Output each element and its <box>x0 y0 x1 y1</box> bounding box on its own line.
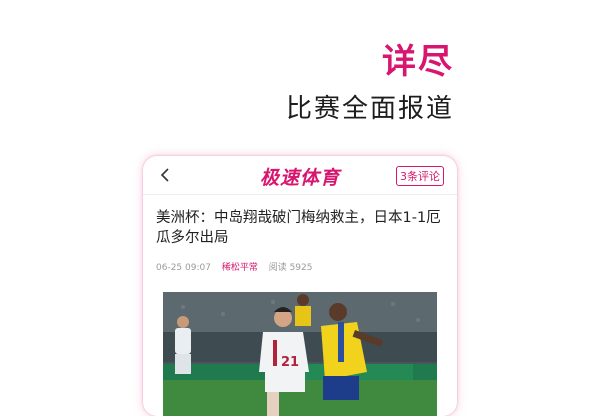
promo-subtitle: 比赛全面报道 <box>285 94 454 124</box>
player-background <box>295 294 311 326</box>
promo-title: 详尽 <box>382 42 454 82</box>
app-header: 极速体育 3条评论 <box>143 156 457 195</box>
article-title: 美洲杯：中岛翔哉破门梅纳救主，日本1-1厄瓜多尔出局 <box>156 210 441 246</box>
author-link[interactable]: 稀松平常 <box>222 263 258 273</box>
phone-screen: 极速体育 3条评论 美洲杯：中岛翔哉破门梅纳救主，日本1-1厄瓜多尔出局 06-… <box>143 156 457 416</box>
read-count: 阅读 5925 <box>268 263 313 273</box>
publish-date: 06-25 09:07 <box>156 263 211 273</box>
comments-button[interactable]: 3条评论 <box>396 166 444 186</box>
football-match-image: 21 <box>163 292 437 416</box>
jersey-number: 21 <box>281 355 299 370</box>
article-photo[interactable]: 21 <box>163 292 437 416</box>
article-meta: 06-25 09:07 稀松平常 阅读 5925 <box>156 260 320 273</box>
